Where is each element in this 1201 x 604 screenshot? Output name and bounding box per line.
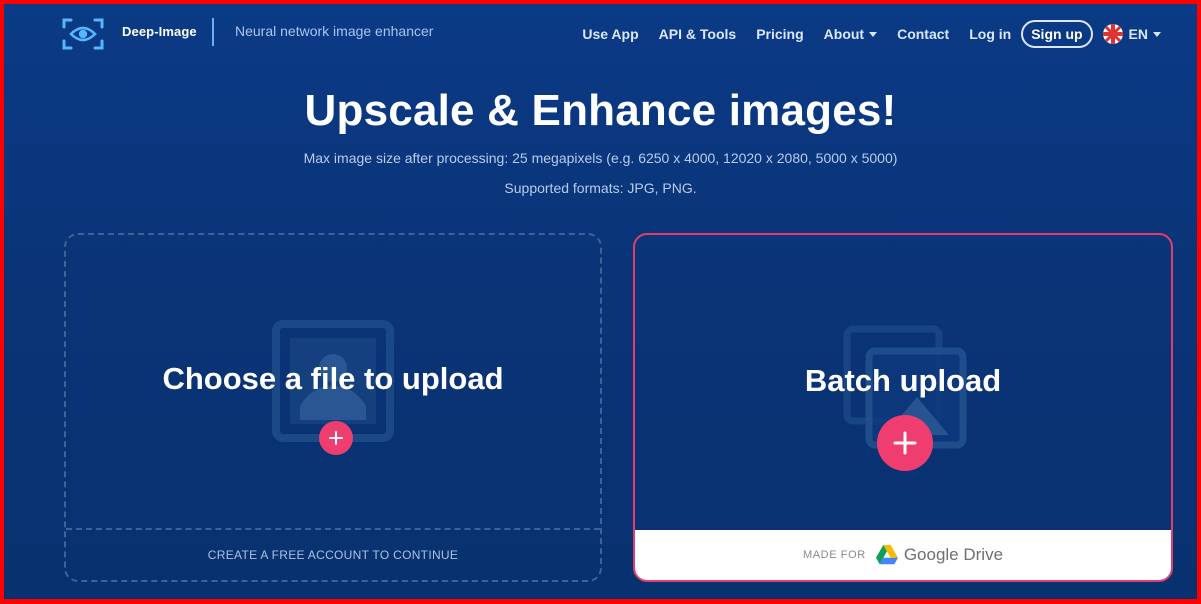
nav-item-api-tools[interactable]: API & Tools	[659, 26, 737, 42]
nav-item-label: Log in	[969, 26, 1012, 42]
single-upload-dropzone[interactable]: Choose a file to upload CREATE A FREE AC…	[64, 233, 602, 582]
plus-icon	[329, 431, 343, 445]
page: Deep-Image Neural network image enhancer…	[4, 4, 1197, 599]
supported-formats: Supported formats: JPG, PNG.	[504, 180, 697, 196]
chevron-down-icon	[1153, 31, 1161, 37]
nav-item-contact[interactable]: Contact	[897, 26, 949, 42]
add-file-button[interactable]	[319, 421, 353, 455]
plus-icon	[893, 431, 917, 455]
navbar: Deep-Image Neural network image enhancer…	[4, 4, 1197, 64]
single-upload-title: Choose a file to upload	[162, 361, 504, 396]
nav-item-use-app[interactable]: Use App	[582, 26, 638, 42]
add-batch-button[interactable]	[877, 415, 933, 471]
nav-item-label: Use App	[582, 26, 639, 42]
google-drive-icon	[875, 545, 898, 565]
brand-divider	[212, 18, 214, 46]
nav-item-label: About	[823, 26, 865, 42]
eye-scan-icon[interactable]	[61, 16, 105, 52]
nav-item-pricing[interactable]: Pricing	[756, 26, 803, 42]
uk-flag-icon	[1102, 24, 1123, 44]
nav-item-label: Contact	[897, 26, 950, 42]
chevron-down-icon	[869, 31, 878, 37]
google-drive-label: Google Drive	[903, 545, 1004, 564]
nav-item-label: Pricing	[756, 26, 804, 42]
language-code: EN	[1128, 26, 1148, 42]
nav-item-login[interactable]: Log in	[969, 26, 1011, 42]
google-drive-footer[interactable]: MADE FOR Google Drive	[635, 530, 1171, 580]
max-size-note: Max image size after processing: 25 mega…	[303, 150, 898, 166]
signup-button[interactable]: Sign up	[1021, 20, 1093, 48]
language-selector[interactable]: EN	[1102, 24, 1161, 44]
batch-upload-dropzone[interactable]: Batch upload MADE FOR Google Drive	[633, 233, 1173, 582]
nav-item-label: API & Tools	[658, 26, 737, 42]
brand-tagline: Neural network image enhancer	[235, 23, 434, 39]
batch-upload-title: Batch upload	[804, 363, 1002, 398]
nav-menu: Use App API & Tools Pricing About Contac…	[562, 20, 1161, 48]
create-account-link[interactable]: CREATE A FREE ACCOUNT TO CONTINUE	[66, 528, 600, 580]
hero-title: Upscale & Enhance images!	[304, 86, 897, 135]
google-drive-badge[interactable]: Google Drive	[875, 545, 1004, 565]
made-for-label: MADE FOR	[802, 549, 866, 561]
brand-name[interactable]: Deep-Image	[122, 24, 197, 39]
nav-item-about[interactable]: About	[823, 26, 878, 42]
